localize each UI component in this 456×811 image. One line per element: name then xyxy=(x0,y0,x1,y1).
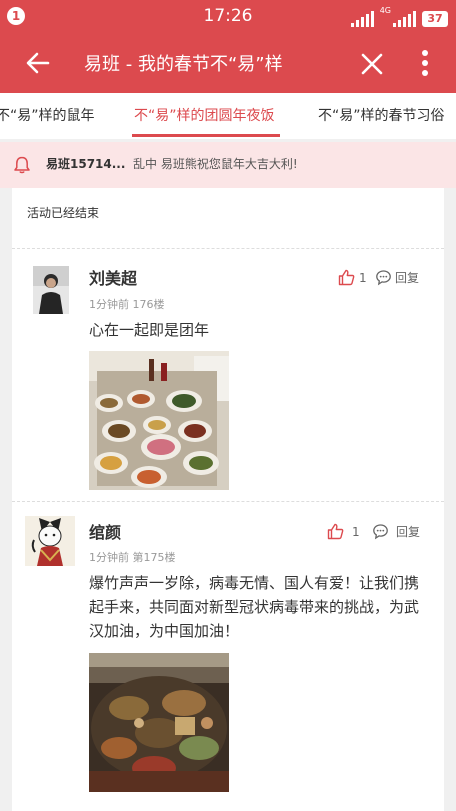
username[interactable]: 刘美超 xyxy=(89,265,137,289)
notice-message: 乱中 易班熊祝您鼠年大吉大利! xyxy=(133,157,298,171)
post-text: 心在一起即是团年 xyxy=(89,321,210,339)
comment-list: 活动已经结束 刘美超 1分钟前 176楼 1 回复 心在一起即是团年 绾颜 1分… xyxy=(12,188,444,811)
post-text: 爆竹声声一岁除，病毒无情、国人有爱！让我们携起手来，共同面对新型冠状病毒带来的挑… xyxy=(89,574,420,640)
thumbs-up-icon xyxy=(327,523,344,540)
post-photo[interactable] xyxy=(89,653,229,792)
tab-reunion-dinner[interactable]: 不“易”样的团圆年夜饭 xyxy=(134,105,275,125)
reply-button[interactable]: 回复 xyxy=(375,269,419,286)
tab-rat-year[interactable]: 不“易”样的鼠年 xyxy=(0,105,95,125)
active-tab-indicator xyxy=(132,134,280,137)
status-bar: 1 17:26 4G 37 xyxy=(0,0,456,33)
reply-label: 回复 xyxy=(396,525,421,539)
status-icons: 4G 37 xyxy=(350,6,448,27)
category-tabs: 不“易”样的鼠年 不“易”样的团圆年夜饭 不“易”样的春节习俗 xyxy=(0,93,456,139)
activity-status: 活动已经结束 xyxy=(27,206,100,220)
like-button[interactable]: 1 xyxy=(338,269,367,286)
comment-bubble-icon xyxy=(373,524,388,540)
comment-item: 刘美超 1分钟前 176楼 1 回复 心在一起即是团年 xyxy=(12,249,444,501)
battery-icon: 37 xyxy=(422,11,448,27)
network-type-label: 4G xyxy=(379,6,391,15)
tab-customs[interactable]: 不“易”样的春节习俗 xyxy=(318,105,445,125)
post-time: 1分钟前 xyxy=(89,298,129,311)
like-count: 1 xyxy=(352,524,360,539)
like-button[interactable]: 1 xyxy=(327,523,360,540)
thumbs-up-icon xyxy=(338,269,355,286)
signal-icon xyxy=(350,11,374,27)
like-count: 1 xyxy=(359,270,367,285)
bell-icon xyxy=(14,156,30,174)
arrow-left-icon xyxy=(26,52,50,74)
more-vertical-icon xyxy=(422,50,428,76)
username[interactable]: 绾颜 xyxy=(89,519,121,543)
app-bar: 易班 - 我的春节不“易”样 xyxy=(0,33,456,93)
avatar-image xyxy=(33,266,69,314)
close-button[interactable] xyxy=(356,48,388,80)
avatar[interactable] xyxy=(25,516,75,566)
post-meta: 1分钟前 176楼 xyxy=(89,296,165,312)
close-icon xyxy=(361,53,383,75)
post-floor: 176楼 xyxy=(132,298,165,311)
signal-4g-icon xyxy=(393,11,416,27)
avatar[interactable] xyxy=(33,266,69,314)
notice-user: 易班15714... xyxy=(46,157,126,171)
post-floor: 第175楼 xyxy=(132,551,176,564)
more-button[interactable] xyxy=(414,47,436,79)
avatar-image xyxy=(25,516,75,566)
feast-photo xyxy=(89,653,229,792)
post-time: 1分钟前 xyxy=(89,551,129,564)
reply-label: 回复 xyxy=(395,271,420,285)
dinner-photo xyxy=(89,351,229,490)
notice-banner[interactable]: 易班15714... 乱中 易班熊祝您鼠年大吉大利! xyxy=(0,142,456,188)
page-title: 易班 - 我的春节不“易”样 xyxy=(84,54,283,75)
back-button[interactable] xyxy=(22,47,54,79)
post-meta: 1分钟前 第175楼 xyxy=(89,549,176,565)
comment-item: 绾颜 1分钟前 第175楼 1 回复 爆竹声声一岁除，病毒无情、国人有爱！让我们… xyxy=(12,502,444,811)
comment-bubble-icon xyxy=(376,270,391,286)
post-photo[interactable] xyxy=(89,351,229,490)
reply-button[interactable]: 回复 xyxy=(372,523,420,540)
